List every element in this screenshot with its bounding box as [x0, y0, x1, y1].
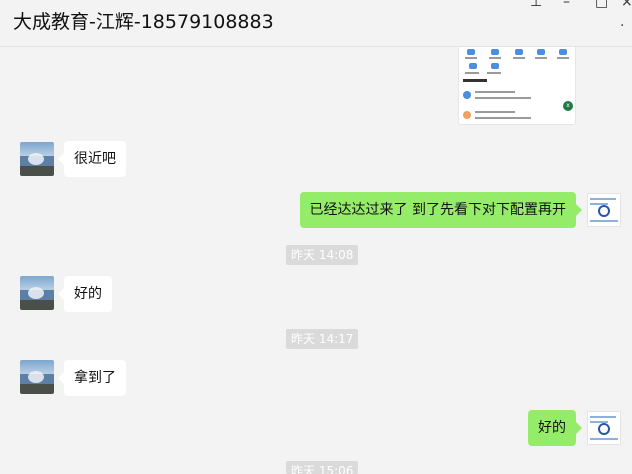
contact-avatar[interactable]: [20, 142, 54, 176]
timestamp: 昨天 14:17: [286, 329, 359, 349]
minimize-icon[interactable]: –: [563, 0, 570, 10]
screenshot-avatar-dot: [463, 91, 471, 99]
screenshot-app-icon: [515, 49, 523, 55]
outgoing-message[interactable]: 好的: [528, 410, 582, 446]
screenshot-app-icon: [537, 49, 545, 55]
incoming-message[interactable]: 拿到了: [58, 360, 126, 396]
pin-icon[interactable]: ⊥: [530, 0, 542, 10]
incoming-message[interactable]: 好的: [58, 276, 112, 312]
contact-avatar[interactable]: [20, 276, 54, 310]
excel-icon: x: [563, 101, 573, 111]
screenshot-app-icon: [491, 49, 499, 55]
close-icon[interactable]: ×: [621, 0, 632, 10]
screenshot-app-icon: [491, 63, 499, 69]
my-avatar[interactable]: [587, 193, 621, 227]
screenshot-app-icon: [469, 63, 477, 69]
more-icon[interactable]: ·: [620, 18, 624, 34]
chat-title: 大成教育-江辉-18579108883: [13, 11, 274, 33]
outgoing-message[interactable]: 已经达达过来了 到了先看下对下配置再开: [299, 192, 583, 228]
maximize-icon[interactable]: □: [595, 0, 608, 10]
screenshot-avatar-dot: [463, 111, 471, 119]
screenshot-app-icon: [467, 49, 475, 55]
contact-avatar[interactable]: [20, 360, 54, 394]
shared-screenshot-image[interactable]: x: [458, 40, 576, 125]
my-avatar[interactable]: [587, 411, 621, 445]
screenshot-app-icon: [559, 49, 567, 55]
chat-header: 大成教育-江辉-18579108883 ⊥ – □ × ·: [0, 0, 632, 47]
incoming-message[interactable]: 很近吧: [58, 141, 126, 177]
timestamp: 昨天 15:06: [286, 461, 359, 474]
timestamp: 昨天 14:08: [286, 245, 359, 265]
